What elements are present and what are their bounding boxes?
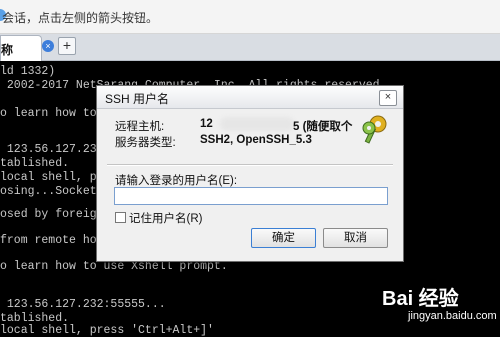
close-icon[interactable]: × (379, 90, 397, 106)
checkbox-box[interactable] (115, 212, 126, 223)
session-tab[interactable]: 称 (0, 35, 42, 61)
ok-button[interactable]: 确定 (251, 228, 316, 248)
terminal-line: from remote host (0, 234, 111, 247)
terminal-line: tablished. (0, 157, 70, 170)
keys-icon (362, 115, 387, 144)
dialog-separator (107, 164, 393, 166)
remote-host-value-end: 5 (随便取个 (293, 121, 353, 133)
dialog-title: SSH 用户名 (105, 92, 170, 106)
server-type-label: 服务器类型: (115, 137, 176, 149)
tab-close-icon[interactable]: × (42, 40, 54, 52)
terminal-line: 123.56.127.232:55555... (0, 298, 166, 311)
remember-username-label: 记住用户名(R) (129, 213, 203, 225)
username-label: 请输入登录的用户名(E): (115, 175, 238, 187)
terminal-line: o learn how to u (0, 107, 111, 120)
remember-username-checkbox[interactable]: 记住用户名(R) (115, 210, 202, 226)
cancel-button[interactable]: 取消 (323, 228, 388, 248)
ssh-username-dialog: SSH 用户名 × 远程主机: 12 5 (随便取个 服务器类型: SSH2, … (96, 85, 404, 262)
remote-host-label: 远程主机: (115, 121, 165, 133)
terminal-line: local shell, pre (0, 171, 111, 184)
redacted-host-address (220, 117, 294, 131)
dialog-titlebar[interactable]: SSH 用户名 × (97, 86, 403, 109)
server-type-value: SSH2, OpenSSH_5.3 (200, 134, 312, 146)
session-tab-label: 称 (1, 43, 14, 57)
session-hint-bar: 会话，点击左侧的箭头按钮。 (0, 0, 500, 34)
new-tab-button[interactable]: + (58, 37, 76, 55)
terminal-line: osing...Socket c (0, 185, 111, 198)
terminal-line: osed by foreign (0, 208, 104, 221)
session-hint-text: 会话，点击左侧的箭头按钮。 (2, 11, 159, 25)
watermark-logo-text: Bai 经验 (382, 288, 459, 310)
baidu-jingyan-watermark: Bai 经验 jingyan.baidu.com (382, 282, 500, 331)
watermark-url: jingyan.baidu.com (408, 310, 497, 322)
terminal-line: ld 1332) (0, 65, 56, 78)
remote-host-value-start: 12 (200, 118, 213, 130)
username-input[interactable] (114, 187, 388, 205)
terminal-line: 123.56.127.232: (0, 143, 111, 156)
